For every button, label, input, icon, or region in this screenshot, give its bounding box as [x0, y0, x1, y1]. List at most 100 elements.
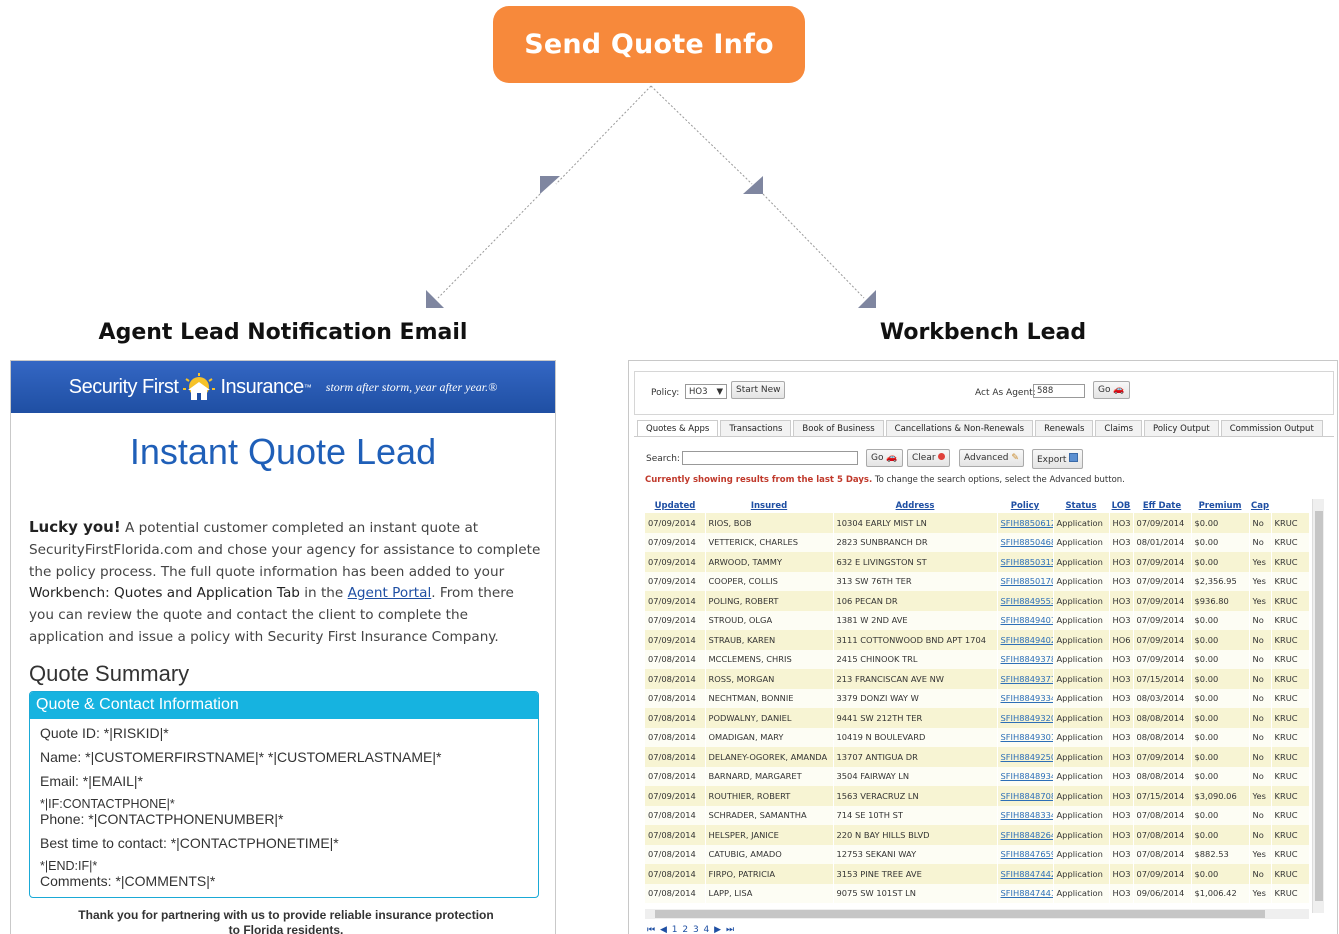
tab-renewals[interactable]: Renewals: [1035, 420, 1094, 436]
tab-transactions[interactable]: Transactions: [720, 420, 792, 436]
table-cell: 07/15/2014: [1133, 786, 1192, 806]
policy-link[interactable]: SFIH8849301: [997, 727, 1054, 747]
table-row[interactable]: 07/08/2014 PODWALNY, DANIEL 9441 SW 212TH …: [645, 708, 1310, 728]
quote-contact-box: Quote & Contact Information Quote ID: *|…: [29, 691, 539, 898]
table-cell: No: [1249, 747, 1272, 767]
clear-button[interactable]: Clear: [907, 449, 951, 467]
search-input[interactable]: [682, 451, 858, 465]
brand-right: Insurance: [220, 375, 304, 398]
go-agent-button[interactable]: Go 🚗: [1093, 381, 1130, 399]
policy-link[interactable]: SFIH8850612: [997, 513, 1054, 533]
policy-link[interactable]: SFIH8849407: [997, 610, 1054, 630]
policy-link[interactable]: SFIH8847442: [997, 864, 1054, 884]
agent-portal-link[interactable]: Agent Portal: [348, 585, 432, 601]
policy-link[interactable]: SFIH8849320: [997, 708, 1054, 728]
policy-link[interactable]: SFIH8847441: [997, 883, 1054, 903]
table-row[interactable]: 07/09/2014 POLING, ROBERT 106 PECAN DR SFIH…: [645, 591, 1310, 611]
policy-link[interactable]: SFIH8849377: [997, 669, 1054, 689]
table-row[interactable]: 07/08/2014 LAPP, LISA 9075 SW 101ST LN SFIH…: [645, 883, 1310, 903]
table-row[interactable]: 07/08/2014 SCHRADER, SAMANTHA 714 SE 10TH …: [645, 805, 1310, 825]
tab-book-of-business[interactable]: Book of Business: [793, 420, 884, 436]
start-new-button[interactable]: Start New: [731, 381, 786, 399]
first-page-icon[interactable]: ⏮: [647, 925, 656, 934]
policy-link[interactable]: SFIH8849334: [997, 688, 1054, 708]
policy-link[interactable]: SFIH8850170: [997, 571, 1054, 591]
table-row[interactable]: 07/08/2014 DELANEY-OGOREK, AMANDA 13707 AN…: [645, 747, 1310, 767]
horizontal-scrollbar[interactable]: [645, 909, 1309, 919]
table-cell: Yes: [1249, 786, 1272, 806]
table-row[interactable]: 07/08/2014 HELSPER, JANICE 220 N BAY HILLS…: [645, 825, 1310, 845]
table-cell: 07/08/2014: [645, 727, 706, 747]
column-header-address[interactable]: Address: [833, 499, 997, 513]
prev-page-icon[interactable]: ◀: [660, 925, 668, 934]
column-header-premium[interactable]: Premium: [1191, 499, 1249, 513]
table-row[interactable]: 07/09/2014 ROUTHIER, ROBERT 1563 VERACRUZ …: [645, 786, 1310, 806]
policy-link[interactable]: SFIH8847659: [997, 844, 1054, 864]
table-cell: 13707 ANTIGUA DR: [833, 747, 998, 767]
table-cell: Application: [1053, 552, 1110, 572]
table-cell: VETTERICK, CHARLES: [705, 532, 834, 552]
policy-link[interactable]: SFIH8849250: [997, 747, 1054, 767]
table-cell: NECHTMAN, BONNIE: [705, 688, 834, 708]
table-row[interactable]: 07/08/2014 BARNARD, MARGARET 3504 FAIRWAY …: [645, 766, 1310, 786]
horizontal-scroll-thumb[interactable]: [655, 910, 1265, 918]
table-cell: 2823 SUNBRANCH DR: [833, 532, 998, 552]
policy-link[interactable]: SFIH8850315: [997, 552, 1054, 572]
column-header-insured[interactable]: Insured: [705, 499, 833, 513]
vertical-scrollbar[interactable]: [1312, 499, 1324, 913]
column-header-eff-date[interactable]: Eff Date: [1133, 499, 1191, 513]
brand-left: Security First: [68, 375, 179, 398]
table-row[interactable]: 07/08/2014 FIRPO, PATRICIA 3153 PINE TREE …: [645, 864, 1310, 884]
table-cell: 07/09/2014: [645, 513, 706, 533]
table-cell: HO3: [1109, 786, 1134, 806]
table-row[interactable]: 07/08/2014 CATUBIG, AMADO 12753 SEKANI WAY…: [645, 844, 1310, 864]
table-cell: Application: [1053, 513, 1110, 533]
table-row[interactable]: 07/09/2014 STROUD, OLGA 1381 W 2ND AVE SFIH…: [645, 610, 1310, 630]
table-cell: 07/09/2014: [1133, 864, 1192, 884]
policy-link[interactable]: SFIH8848264: [997, 825, 1054, 845]
column-header-policy[interactable]: Policy: [997, 499, 1053, 513]
table-row[interactable]: 07/09/2014 COOPER, COLLIS 313 SW 76TH TER S…: [645, 571, 1310, 591]
table-row[interactable]: 07/09/2014 RIOS, BOB 10304 EARLY MIST LN SF…: [645, 513, 1310, 533]
column-header-status[interactable]: Status: [1053, 499, 1109, 513]
page-numbers[interactable]: 1 2 3 4: [672, 925, 711, 934]
table-row[interactable]: 07/08/2014 NECHTMAN, BONNIE 3379 DONZI WAY…: [645, 688, 1310, 708]
house-sun-icon: [183, 373, 216, 400]
tab-policy-output[interactable]: Policy Output: [1144, 420, 1219, 436]
export-button[interactable]: Export: [1032, 449, 1084, 469]
table-cell: 09/06/2014: [1133, 883, 1192, 903]
column-header-cap[interactable]: Cap: [1249, 499, 1271, 513]
email-title: Instant Quote Lead: [129, 431, 437, 472]
tab-quotes-apps[interactable]: Quotes & Apps: [637, 420, 719, 436]
table-row[interactable]: 07/09/2014 ARWOOD, TAMMY 632 E LIVINGSTON …: [645, 552, 1310, 572]
table-row[interactable]: 07/09/2014 VETTERICK, CHARLES 2823 SUNBRAN…: [645, 532, 1310, 552]
next-page-icon[interactable]: ▶: [714, 925, 722, 934]
table-row[interactable]: 07/08/2014 MCCLEMENS, CHRIS 2415 CHINOOK T…: [645, 649, 1310, 669]
policy-link[interactable]: SFIH8849378: [997, 649, 1054, 669]
policy-link[interactable]: SFIH8849553: [997, 591, 1054, 611]
table-row[interactable]: 07/08/2014 ROSS, MORGAN 213 FRANCISCAN AVE…: [645, 669, 1310, 689]
table-row[interactable]: 07/08/2014 OMADIGAN, MARY 10419 N BOULEVAR…: [645, 727, 1310, 747]
table-cell: HO3: [1109, 727, 1134, 747]
advanced-button[interactable]: Advanced ✎: [959, 449, 1024, 467]
table-cell: Application: [1053, 571, 1110, 591]
tab-claims[interactable]: Claims: [1095, 420, 1142, 436]
tab-cancellations-non-renewals[interactable]: Cancellations & Non-Renewals: [885, 420, 1034, 436]
table-row[interactable]: 07/09/2014 STRAUB, KAREN 3111 COTTONWOOD B…: [645, 630, 1310, 650]
go-search-button[interactable]: Go 🚗: [866, 449, 903, 467]
act-as-agent-input[interactable]: 588: [1033, 384, 1085, 398]
last-page-icon[interactable]: ⏭: [726, 925, 735, 934]
policy-link[interactable]: SFIH8848934: [997, 766, 1054, 786]
policy-link[interactable]: SFIH8850468: [997, 532, 1054, 552]
tab-commission-output[interactable]: Commission Output: [1220, 420, 1323, 436]
policy-link[interactable]: SFIH8848708: [997, 786, 1054, 806]
table-cell: KRUC: [1271, 571, 1310, 591]
thanks-text: Thank you for partnering with us to prov…: [78, 908, 494, 934]
policy-link[interactable]: SFIH8849402: [997, 630, 1054, 650]
vertical-scroll-thumb[interactable]: [1315, 511, 1323, 901]
policy-link[interactable]: SFIH8848334: [997, 805, 1054, 825]
column-header-lob[interactable]: LOB: [1109, 499, 1133, 513]
table-cell: 08/08/2014: [1133, 708, 1192, 728]
column-header-updated[interactable]: Updated: [645, 499, 705, 513]
policy-select[interactable]: HO3 ▼: [685, 384, 727, 399]
